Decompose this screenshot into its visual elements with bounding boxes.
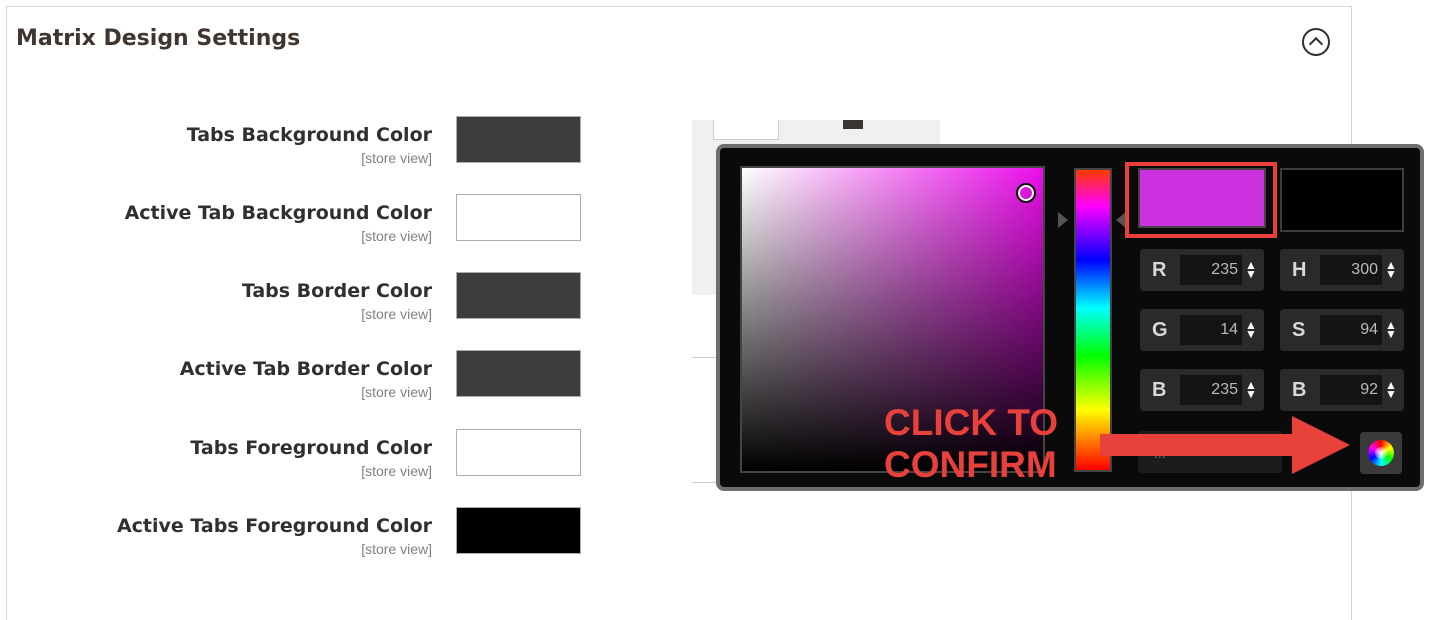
color-swatch-tabs-foreground[interactable] — [456, 429, 581, 476]
field-scope: [store view] — [361, 384, 432, 400]
field-row-active-tabs-foreground: Active Tabs Foreground Color [store view… — [0, 507, 600, 567]
channel-letter: B — [1152, 379, 1167, 401]
channel-r: R ▲▼ — [1140, 249, 1264, 291]
field-scope: [store view] — [361, 150, 432, 166]
field-row-tabs-border: Tabs Border Color [store view] — [0, 272, 600, 332]
annotation-text: CLICK TO CONFIRM — [884, 402, 1074, 486]
spinner-icon[interactable]: ▲ ▼ — [1245, 259, 1257, 280]
section-title: Matrix Design Settings — [16, 26, 301, 51]
field-row-tabs-background: Tabs Background Color [store view] — [0, 116, 600, 176]
background-box — [713, 120, 779, 140]
channel-bv: B ▲▼ — [1280, 369, 1404, 411]
color-swatch-active-tabs-foreground[interactable] — [456, 507, 581, 554]
chevron-up-circle-icon[interactable] — [1302, 28, 1330, 56]
green-input[interactable] — [1180, 315, 1242, 345]
color-swatch-tabs-border[interactable] — [456, 272, 581, 319]
field-label: Tabs Foreground Color — [190, 437, 432, 459]
channel-letter: G — [1152, 319, 1168, 341]
annotation-line-2: CONFIRM — [884, 444, 1057, 485]
hue-pointer-left-icon — [1058, 212, 1068, 228]
field-label: Active Tab Background Color — [124, 202, 432, 224]
spinner-icon[interactable]: ▲ ▼ — [1245, 319, 1257, 340]
field-row-tabs-foreground: Tabs Foreground Color [store view] — [0, 429, 600, 489]
spinner-icon[interactable]: ▲ ▼ — [1385, 379, 1397, 400]
color-selector-handle[interactable] — [1016, 183, 1036, 203]
field-row-active-tab-border: Active Tab Border Color [store view] — [0, 350, 600, 410]
brightness-input[interactable] — [1320, 375, 1382, 405]
field-label: Tabs Background Color — [186, 124, 432, 146]
red-input[interactable] — [1180, 255, 1242, 285]
background-nub — [843, 120, 863, 129]
arrow-right-icon — [1292, 416, 1350, 474]
annotation-arrow-shaft — [1100, 434, 1296, 456]
field-row-active-tab-background: Active Tab Background Color [store view] — [0, 194, 600, 254]
color-swatch-active-tab-border[interactable] — [456, 350, 581, 397]
highlight-box — [1125, 162, 1277, 238]
saturation-input[interactable] — [1320, 315, 1382, 345]
field-scope: [store view] — [361, 306, 432, 322]
color-wheel-icon — [1368, 440, 1394, 466]
channel-letter: B — [1292, 379, 1307, 401]
blue-input[interactable] — [1180, 375, 1242, 405]
channel-h: H ▲▼ — [1280, 249, 1404, 291]
hue-input[interactable] — [1320, 255, 1382, 285]
color-swatch-tabs-background[interactable] — [456, 116, 581, 163]
current-color-preview[interactable] — [1280, 168, 1404, 232]
field-scope: [store view] — [361, 541, 432, 557]
channel-letter: S — [1292, 319, 1306, 341]
field-label: Tabs Border Color — [241, 280, 432, 302]
channel-g: G ▲▼ — [1140, 309, 1264, 351]
channel-letter: R — [1152, 259, 1167, 281]
color-swatch-active-tab-background[interactable] — [456, 194, 581, 241]
field-scope: [store view] — [361, 463, 432, 479]
channel-b: B ▲▼ — [1140, 369, 1264, 411]
field-label: Active Tabs Foreground Color — [116, 515, 432, 537]
confirm-button[interactable] — [1360, 432, 1402, 474]
spinner-icon[interactable]: ▲ ▼ — [1385, 259, 1397, 280]
spinner-icon[interactable]: ▲ ▼ — [1245, 379, 1257, 400]
hue-slider[interactable] — [1074, 168, 1112, 472]
field-scope: [store view] — [361, 228, 432, 244]
annotation-line-1: CLICK TO — [884, 402, 1059, 443]
channel-s: S ▲▼ — [1280, 309, 1404, 351]
spinner-icon[interactable]: ▲ ▼ — [1385, 319, 1397, 340]
channel-letter: H — [1292, 259, 1307, 281]
field-label: Active Tab Border Color — [179, 358, 432, 380]
